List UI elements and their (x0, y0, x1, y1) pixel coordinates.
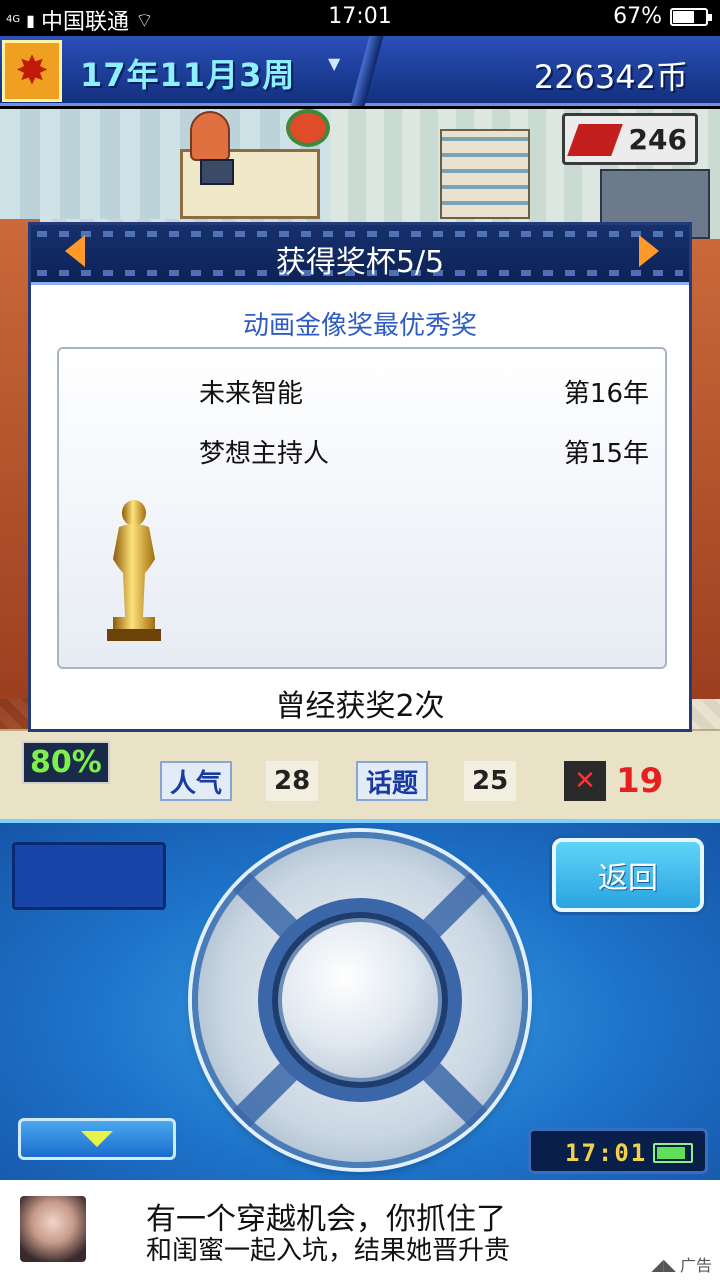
work-row: 梦想主持人 第15年 (199, 433, 649, 470)
bookshelf (440, 129, 530, 219)
game-date[interactable]: 17年11月3周 (80, 50, 295, 96)
award-works-panel: 未来智能 第16年 梦想主持人 第15年 (57, 347, 667, 669)
ad-label: 广告 (679, 1256, 712, 1275)
topbar-divider (350, 36, 384, 106)
next-arrow-icon[interactable] (639, 235, 659, 267)
book-icon (567, 124, 623, 156)
battery-icon (653, 1143, 693, 1163)
topic-value: 25 (464, 761, 517, 801)
ad-subline[interactable]: 和闺蜜一起入坑，结果她晋升贵 (146, 1230, 510, 1267)
work-row: 未来智能 第16年 (199, 373, 649, 410)
ad-banner[interactable]: 有一个穿越机会，你抓住了 和闺蜜一起入坑，结果她晋升贵 ◢◣ 广告 (0, 1180, 720, 1280)
back-button[interactable]: 返回 (552, 838, 704, 912)
clock-time: 17:01 (565, 1139, 648, 1167)
dpad[interactable] (192, 832, 528, 1168)
computer (200, 159, 234, 185)
work-title: 未来智能 (199, 379, 304, 409)
popularity-value: 28 (266, 761, 319, 801)
chevron-down-icon[interactable]: ▼ (328, 54, 340, 73)
triangle-down-icon (81, 1131, 113, 1147)
research-points-box[interactable]: 246 (562, 113, 698, 165)
work-title: 梦想主持人 (199, 439, 330, 469)
ad-logo-icon: ◢◣ (651, 1254, 676, 1274)
award-name: 动画金像奖最优秀奖 (242, 311, 477, 341)
status-bar: 4G ▮ 中国联通 ⌔ 17:01 67% (0, 0, 720, 36)
miss-value: 19 (616, 761, 664, 801)
trophy-icon (107, 500, 161, 641)
menu-toggle-button[interactable] (18, 1118, 176, 1160)
award-dialog[interactable]: 获得奖杯5/5 动画金像奖最优秀奖 未来智能 第16年 梦想主持人 第15年 曾… (28, 222, 692, 732)
status-time: 17:01 (328, 4, 392, 29)
popularity-label: 人气 (160, 761, 233, 801)
research-points: 246 (628, 122, 687, 156)
potted-plant (290, 113, 326, 143)
mini-screen (12, 842, 166, 910)
money-display: 226342币 (533, 58, 688, 96)
topic-label: 话题 (356, 761, 429, 801)
dialog-header: 获得奖杯5/5 (31, 225, 689, 285)
carpet-right (688, 239, 720, 699)
game-top-bar: ✸ 17年11月3周 ▼ 226342币 (0, 36, 720, 106)
game-clock: 17:01 (528, 1128, 708, 1174)
battery-icon (670, 7, 712, 26)
dpad-center-button[interactable] (278, 918, 442, 1082)
work-year: 第15年 (563, 439, 649, 469)
company-logo-icon[interactable]: ✸ (2, 40, 62, 102)
work-year: 第16年 (563, 379, 649, 409)
secretary-character[interactable] (190, 111, 230, 161)
ad-image[interactable] (20, 1196, 86, 1262)
battery-percent: 67% (613, 4, 662, 29)
progress-percent: 80% (22, 741, 110, 784)
ad-tag: ◢◣ 广告 (651, 1252, 712, 1276)
award-count: 曾经获奖2次 (275, 689, 445, 724)
dialog-title: 获得奖杯5/5 (275, 245, 445, 280)
miss-icon: ✕ (564, 761, 606, 801)
battery-fill (657, 1147, 685, 1159)
battery-fill (673, 10, 695, 23)
